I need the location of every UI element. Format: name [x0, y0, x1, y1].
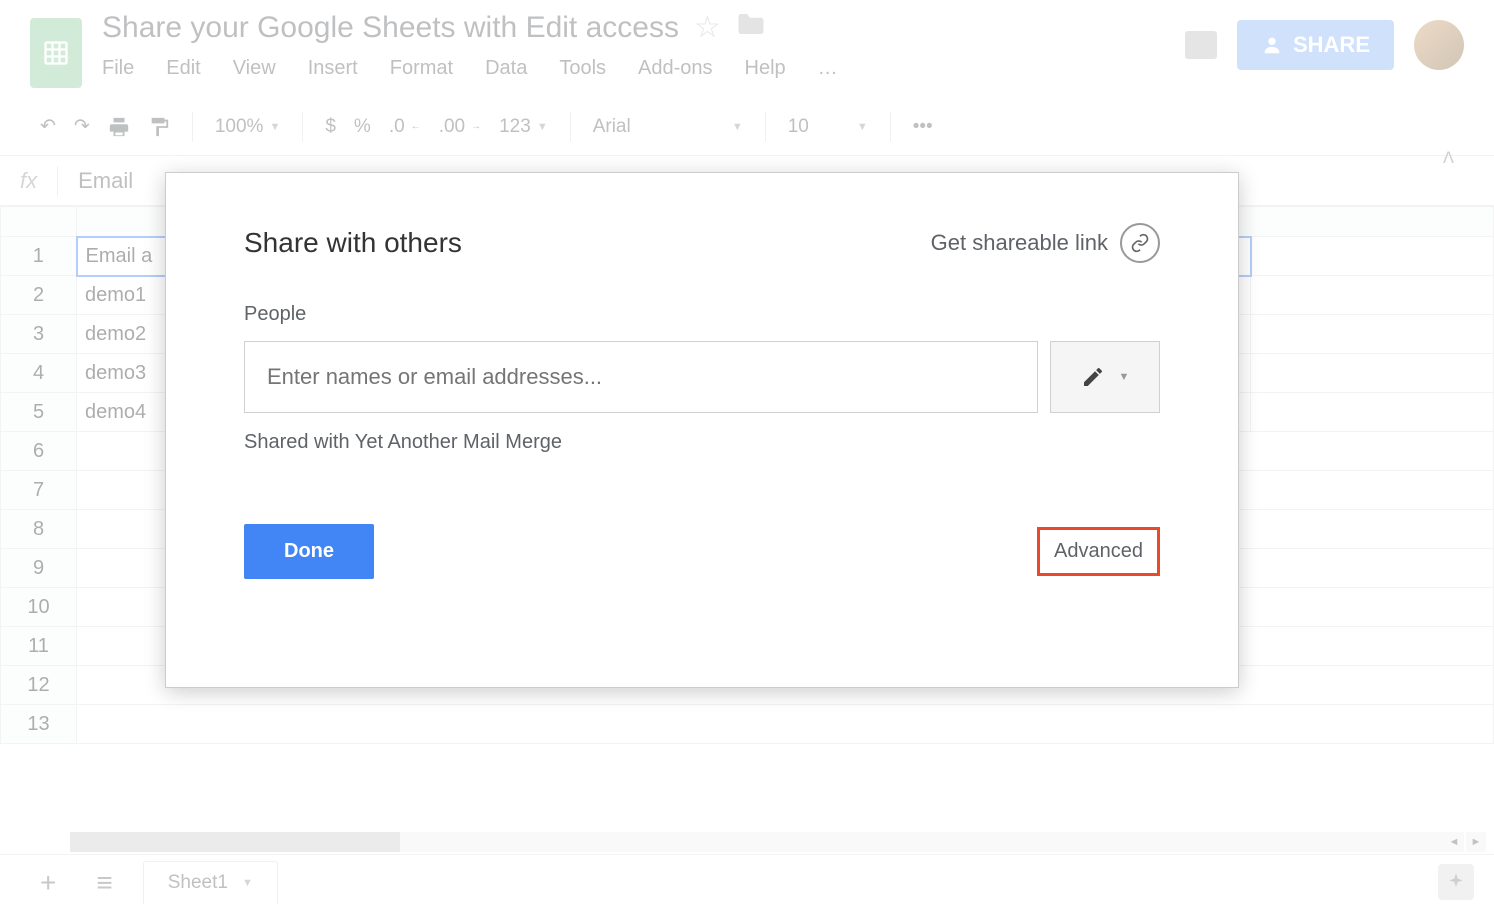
get-shareable-link-button[interactable]: Get shareable link [931, 223, 1160, 263]
chevron-down-icon: ▼ [1119, 371, 1130, 383]
pencil-icon [1081, 365, 1105, 389]
dialog-title: Share with others [244, 227, 462, 259]
shared-with-text: Shared with Yet Another Mail Merge [244, 431, 1160, 454]
share-dialog: Share with others Get shareable link Peo… [165, 172, 1239, 688]
get-shareable-link-label: Get shareable link [931, 230, 1108, 256]
permission-dropdown[interactable]: ▼ [1050, 341, 1160, 413]
advanced-button[interactable]: Advanced [1037, 527, 1160, 576]
link-icon [1120, 223, 1160, 263]
people-input[interactable] [244, 341, 1038, 413]
people-label: People [244, 303, 1160, 326]
done-button[interactable]: Done [244, 524, 374, 579]
